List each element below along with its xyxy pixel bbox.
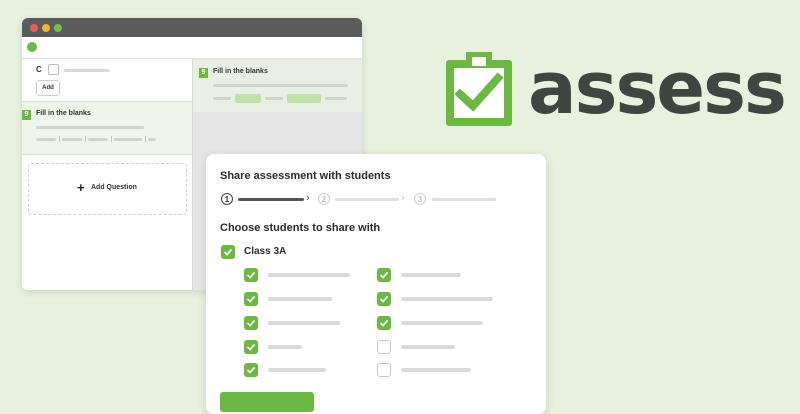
app-logo-icon[interactable] <box>27 42 37 52</box>
question-editor: C Add 9 Fill in the blanks + Add Questio… <box>22 59 192 290</box>
maximize-window-icon[interactable] <box>54 24 62 32</box>
step-1-indicator[interactable]: 1 <box>221 193 233 205</box>
blank-text <box>88 138 108 141</box>
preview-question-title: Fill in the blanks <box>213 68 268 75</box>
minimize-window-icon[interactable] <box>42 24 50 32</box>
preview-blank-text <box>325 97 347 100</box>
logo-wordmark: assess <box>528 46 787 130</box>
check-icon <box>246 319 256 327</box>
option-checkbox[interactable] <box>48 64 59 75</box>
blank-text <box>62 138 82 141</box>
step-2-progress <box>335 198 399 201</box>
blank-text <box>148 138 156 141</box>
question-number: 9 <box>22 110 31 120</box>
preview-blank-input[interactable] <box>235 94 261 103</box>
clipboard-check-icon <box>444 52 514 133</box>
student-checkbox[interactable] <box>244 268 258 282</box>
question-text-line <box>36 126 144 129</box>
student-name <box>401 368 471 372</box>
step-3-progress <box>432 198 496 201</box>
add-option-button[interactable]: Add <box>36 80 60 96</box>
student-checkbox[interactable] <box>377 268 391 282</box>
preview-blank-text <box>265 97 283 100</box>
plus-icon: + <box>77 180 85 195</box>
check-icon <box>246 366 256 374</box>
add-question-label: Add Question <box>91 184 137 191</box>
preview-blank-text <box>213 97 231 100</box>
check-icon <box>379 319 389 327</box>
student-checkbox[interactable] <box>377 363 391 377</box>
student-name <box>268 273 350 277</box>
step-1-progress <box>238 198 304 201</box>
student-name <box>401 345 455 349</box>
option-text-placeholder <box>64 69 110 72</box>
add-question-button[interactable]: + Add Question <box>28 163 187 215</box>
blank-text <box>36 138 56 141</box>
student-checkbox[interactable] <box>377 292 391 306</box>
app-header <box>22 37 362 59</box>
student-checkbox[interactable] <box>244 363 258 377</box>
blank-separator <box>111 136 112 142</box>
preview-blank-input[interactable] <box>287 94 321 103</box>
student-name <box>401 273 461 277</box>
class-name: Class 3A <box>244 246 287 257</box>
window-titlebar <box>22 18 362 37</box>
student-name <box>268 297 332 301</box>
chevron-right-icon: › <box>306 192 310 204</box>
student-name <box>268 368 326 372</box>
student-name <box>268 345 302 349</box>
preview-question-card: 9 Fill in the blanks <box>193 60 362 112</box>
check-icon <box>246 343 256 351</box>
student-name <box>401 297 493 301</box>
blank-separator <box>145 136 146 142</box>
step-2-indicator[interactable]: 2 <box>318 193 330 205</box>
step-3-indicator[interactable]: 3 <box>414 193 426 205</box>
class-checkbox[interactable] <box>221 245 235 259</box>
preview-text-line <box>213 84 348 87</box>
student-checkbox[interactable] <box>244 340 258 354</box>
check-icon <box>246 271 256 279</box>
choose-students-heading: Choose students to share with <box>220 222 381 234</box>
blank-text <box>114 138 142 141</box>
check-icon <box>379 271 389 279</box>
blank-separator <box>85 136 86 142</box>
blank-separator <box>59 136 60 142</box>
close-window-icon[interactable] <box>30 24 38 32</box>
preview-question-number: 9 <box>199 68 208 78</box>
question-card[interactable]: 9 Fill in the blanks <box>22 101 192 155</box>
chevron-right-icon: › <box>401 192 405 204</box>
dialog-title: Share assessment with students <box>220 170 391 182</box>
student-checkbox[interactable] <box>377 340 391 354</box>
student-checkbox[interactable] <box>377 316 391 330</box>
check-icon <box>246 295 256 303</box>
option-letter: C <box>36 65 42 74</box>
student-checkbox[interactable] <box>244 316 258 330</box>
check-icon <box>223 248 233 256</box>
question-title: Fill in the blanks <box>36 110 91 117</box>
student-name <box>268 321 340 325</box>
student-checkbox[interactable] <box>244 292 258 306</box>
student-name <box>401 321 483 325</box>
check-icon <box>379 295 389 303</box>
share-button[interactable] <box>220 392 314 412</box>
share-assessment-dialog: Share assessment with students 1 › 2 › 3… <box>206 154 546 414</box>
